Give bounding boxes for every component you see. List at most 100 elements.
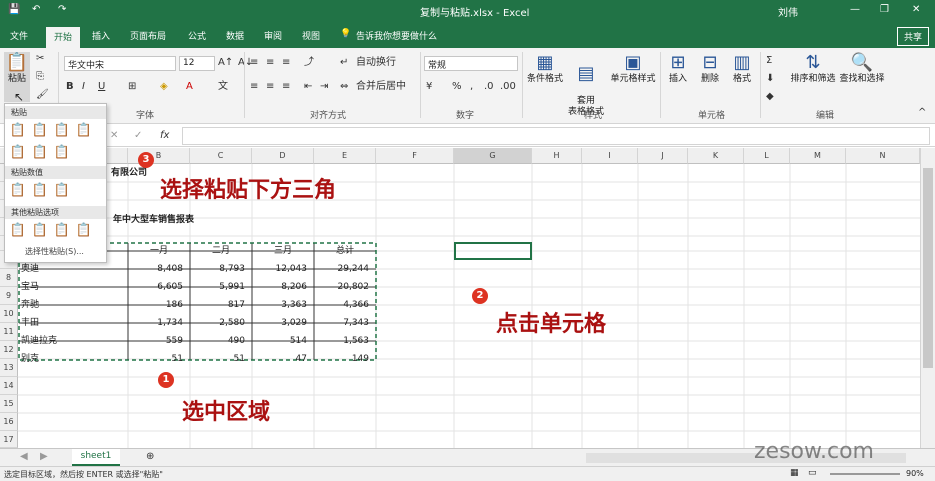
column-header[interactable]: F <box>376 148 454 164</box>
column-header[interactable]: J <box>638 148 688 164</box>
tab-formulas[interactable]: 公式 <box>188 29 206 42</box>
align-middle-icon[interactable]: ≡ <box>266 56 274 70</box>
table-cell[interactable]: 3,363 <box>252 296 310 314</box>
table-cell[interactable]: 51 <box>190 350 248 368</box>
column-header[interactable]: N <box>846 148 920 164</box>
table-cell[interactable]: 1,734 <box>128 314 186 332</box>
border-icon[interactable]: ⊞ <box>128 80 136 94</box>
clear-icon[interactable]: ◆ <box>766 90 774 104</box>
row-header[interactable]: 13 <box>0 359 18 377</box>
tab-home[interactable]: 开始 <box>46 27 81 48</box>
table-row-label[interactable]: 凯迪拉克 <box>18 332 60 350</box>
column-header[interactable]: G <box>454 148 532 164</box>
align-top-icon[interactable]: ≡ <box>250 56 258 70</box>
keep-column-widths-icon[interactable]: 📋 <box>31 144 49 162</box>
table-cell[interactable]: 186 <box>128 296 186 314</box>
wrap-text-button[interactable]: 自动换行 <box>356 56 396 70</box>
table-row-label[interactable]: 别克 <box>18 350 42 368</box>
row-header[interactable]: 16 <box>0 413 18 431</box>
row-header[interactable]: 11 <box>0 323 18 341</box>
copy-icon[interactable]: ⎘ <box>36 70 44 84</box>
next-sheet-icon[interactable]: ▶ <box>40 450 48 464</box>
undo-icon[interactable]: ↶ <box>32 4 40 15</box>
font-color-icon[interactable]: A <box>186 80 193 94</box>
comma-icon[interactable]: , <box>470 80 473 94</box>
row-header[interactable]: 10 <box>0 305 18 323</box>
enter-icon[interactable]: ✓ <box>134 129 142 143</box>
increase-decimal-icon[interactable]: .0 <box>484 80 494 94</box>
wrap-text-icon[interactable]: ↵ <box>340 56 348 70</box>
header-cell[interactable]: 二月 <box>190 242 252 260</box>
page-layout-view-icon[interactable]: ▭ <box>808 468 817 478</box>
conditional-format-button[interactable]: ▦ 条件格式 <box>526 52 564 85</box>
table-cell[interactable]: 490 <box>190 332 248 350</box>
no-borders-icon[interactable]: 📋 <box>9 144 27 162</box>
align-left-icon[interactable]: ≡ <box>250 80 258 94</box>
table-cell[interactable]: 8,408 <box>128 260 186 278</box>
align-right-icon[interactable]: ≡ <box>282 80 290 94</box>
underline-icon[interactable]: U <box>98 80 105 94</box>
row-header[interactable]: 12 <box>0 341 18 359</box>
close-icon[interactable]: ✕ <box>912 4 920 15</box>
paste-formatting-icon[interactable]: 📋 <box>9 222 27 240</box>
outdent-icon[interactable]: ⇥ <box>320 80 328 94</box>
zoom-level[interactable]: 90% <box>906 469 924 478</box>
number-format-select[interactable]: 常规 <box>424 56 518 71</box>
header-cell[interactable]: 总计 <box>314 242 376 260</box>
table-cell[interactable]: 8,793 <box>190 260 248 278</box>
paste-formulas-icon[interactable]: 📋 <box>31 122 49 140</box>
restore-icon[interactable]: ❐ <box>880 4 889 15</box>
tab-file[interactable]: 文件 <box>10 29 28 42</box>
table-cell[interactable]: 51 <box>128 350 186 368</box>
find-select-button[interactable]: 🔍 查找和选择 <box>838 52 886 85</box>
font-name-select[interactable]: 华文中宋 <box>64 56 176 71</box>
row-header[interactable]: 17 <box>0 431 18 448</box>
column-header[interactable]: K <box>688 148 744 164</box>
user-name[interactable]: 刘伟 <box>778 4 798 19</box>
table-cell[interactable]: 8,206 <box>252 278 310 296</box>
cell-styles-button[interactable]: ▣ 单元格样式 <box>610 52 656 85</box>
paste-icon[interactable]: 📋 <box>9 122 27 140</box>
align-center-icon[interactable]: ≡ <box>266 80 274 94</box>
font-size-select[interactable]: 12 <box>179 56 215 71</box>
zoom-slider[interactable] <box>830 473 900 475</box>
table-row-label[interactable]: 丰田 <box>18 314 42 332</box>
sort-filter-button[interactable]: ⇅ 排序和筛选 <box>788 52 838 85</box>
add-sheet-icon[interactable]: ⊕ <box>146 450 154 464</box>
minimize-icon[interactable]: — <box>850 4 860 15</box>
column-header[interactable]: E <box>314 148 376 164</box>
table-cell[interactable]: 12,043 <box>252 260 310 278</box>
indent-icon[interactable]: ⇤ <box>304 80 312 94</box>
table-cell[interactable]: 3,029 <box>252 314 310 332</box>
table-cell[interactable]: 7,343 <box>314 314 372 332</box>
transpose-icon[interactable]: 📋 <box>53 144 71 162</box>
table-cell[interactable]: 514 <box>252 332 310 350</box>
prev-sheet-icon[interactable]: ◀ <box>20 450 28 464</box>
orientation-icon[interactable]: ⤴ <box>304 56 314 70</box>
tab-insert[interactable]: 插入 <box>92 29 110 42</box>
cut-icon[interactable]: ✂ <box>36 52 44 66</box>
collapse-ribbon-icon[interactable]: ^ <box>918 106 926 120</box>
tell-me-icon[interactable]: 💡 <box>340 29 351 39</box>
merge-center-button[interactable]: 合并后居中 <box>356 80 406 94</box>
row-header[interactable]: 14 <box>0 377 18 395</box>
column-header[interactable]: L <box>744 148 790 164</box>
table-row-label[interactable]: 奔驰 <box>18 296 42 314</box>
align-bottom-icon[interactable]: ≡ <box>282 56 290 70</box>
phonetic-icon[interactable]: 文 <box>218 80 228 94</box>
table-cell[interactable]: 149 <box>314 350 372 368</box>
cancel-icon[interactable]: ✕ <box>110 129 118 143</box>
table-cell[interactable]: 2,580 <box>190 314 248 332</box>
bold-icon[interactable]: B <box>66 80 74 94</box>
row-header[interactable]: 8 <box>0 269 18 287</box>
tab-view[interactable]: 视图 <box>302 29 320 42</box>
normal-view-icon[interactable]: ▦ <box>790 468 799 478</box>
table-cell[interactable]: 1,563 <box>314 332 372 350</box>
table-cell[interactable]: 47 <box>252 350 310 368</box>
currency-icon[interactable]: ¥ <box>426 80 432 94</box>
formula-input[interactable] <box>182 127 930 145</box>
keep-source-formatting-icon[interactable]: 📋 <box>75 122 93 140</box>
format-painter-icon[interactable]: 🖌 <box>36 88 49 102</box>
tab-review[interactable]: 审阅 <box>264 29 282 42</box>
column-header[interactable]: D <box>252 148 314 164</box>
